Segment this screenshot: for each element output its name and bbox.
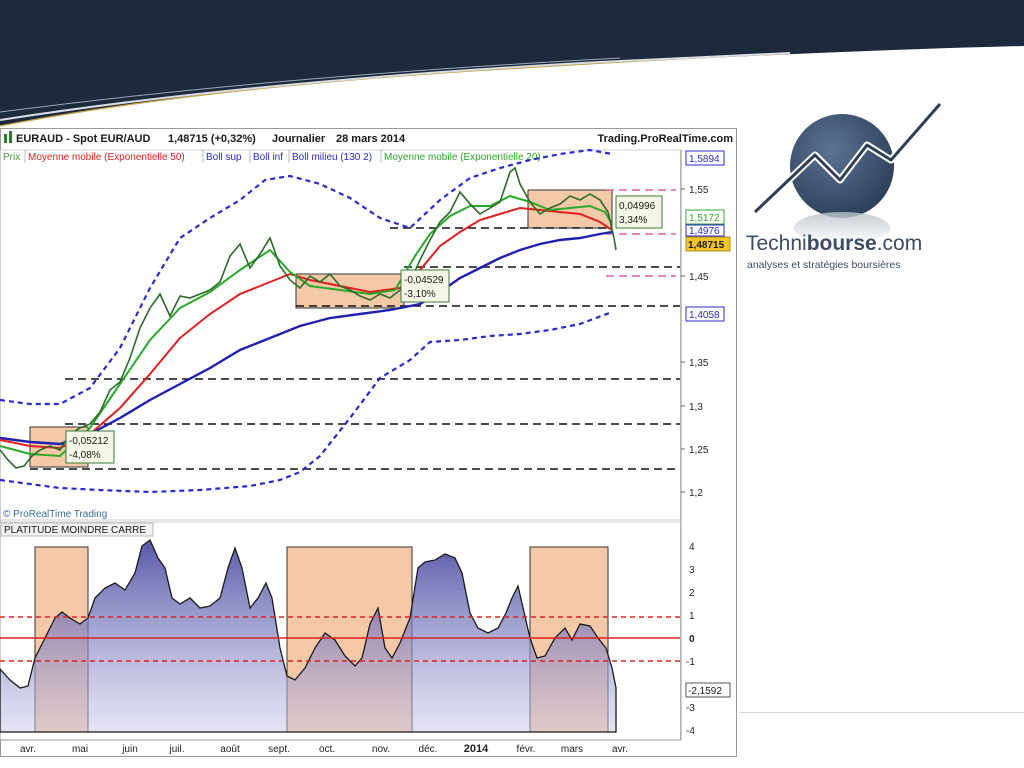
legend-ema20: Moyenne mobile (Exponentielle 20) [384, 152, 541, 163]
y-tick-1-35: 1,35 [689, 358, 709, 369]
x-tick-mai: mai [72, 744, 88, 755]
legend-boll-sup: Boll sup [206, 152, 242, 163]
badge-ema50-text: 1,4976 [689, 226, 720, 237]
annotation-2: -0,04529 -3,10% [400, 269, 450, 303]
ind-tick-2: 2 [689, 588, 695, 599]
candle-icon-2 [9, 131, 12, 143]
candle-icon [4, 134, 7, 143]
x-tick-dec: déc. [419, 744, 438, 755]
badge-boll-mid-text: 1,4058 [689, 310, 720, 321]
footer-divider [740, 712, 1024, 713]
logo-wordmark-bold: bourse [806, 232, 877, 255]
ind-tick-neg4: -4 [686, 726, 695, 737]
annotation-1-line1: -0,05212 [69, 436, 109, 447]
x-tick-oct: oct. [319, 744, 335, 755]
ind-tick-1: 1 [689, 611, 695, 622]
chart-price-change: 1,48715 (+0,32%) [168, 133, 256, 145]
x-tick-aout: août [220, 744, 240, 755]
x-tick-2014: 2014 [464, 743, 489, 755]
ind-tick-neg1: -1 [686, 657, 695, 668]
logo-wordmark-suffix: .com [876, 232, 923, 255]
x-tick-mars: mars [561, 744, 583, 755]
y-tick-1-45: 1,45 [689, 272, 709, 283]
x-tick-juin: juin [121, 744, 138, 755]
legend-boll-mid: Boll milieu (130 2) [292, 152, 372, 163]
x-tick-avr: avr. [20, 744, 36, 755]
x-tick-sept: sept. [268, 744, 290, 755]
annotation-3-line1: 0,04996 [619, 201, 656, 212]
badge-ema20-text: 1,5172 [689, 213, 720, 224]
ind-tick-0: 0 [689, 634, 695, 645]
chart-source: Trading.ProRealTime.com [597, 133, 733, 145]
ind-tick-neg3: -3 [686, 703, 695, 714]
annotation-2-line2: -3,10% [404, 289, 436, 300]
legend-boll-inf: Boll inf [253, 152, 283, 163]
annotation-2-line1: -0,04529 [404, 275, 444, 286]
x-tick-avr-2: avr. [612, 744, 628, 755]
logo-wordmark: Technibourse.com [746, 232, 922, 256]
badge-last-price-text: 1,48715 [688, 240, 725, 251]
legend-ema50: Moyenne mobile (Exponentielle 50) [28, 152, 185, 163]
y-tick-1-55: 1,55 [689, 185, 709, 196]
logo-wordmark-light: Techni [746, 232, 807, 255]
logo-tagline: analyses et stratégies boursières [747, 259, 901, 271]
chart-header: EURAUD - Spot EUR/AUD 1,48715 (+0,32%) J… [4, 131, 733, 145]
watermark: © ProRealTime Trading [3, 509, 107, 520]
x-tick-fevr: févr. [517, 744, 536, 755]
chart-legend: Prix Moyenne mobile (Exponentielle 50) B… [3, 150, 541, 163]
chart-date: 28 mars 2014 [336, 133, 406, 145]
chart-title: EURAUD - Spot EUR/AUD [16, 133, 150, 145]
legend-prix: Prix [3, 152, 20, 163]
y-tick-1-25: 1,25 [689, 445, 709, 456]
x-tick-nov: nov. [372, 744, 390, 755]
ind-tick-4: 4 [689, 542, 695, 553]
ind-tick-3: 3 [689, 565, 695, 576]
chart-container: EURAUD - Spot EUR/AUD 1,48715 (+0,32%) J… [0, 128, 737, 757]
badge-boll-sup-text: 1,5894 [689, 154, 720, 165]
annotation-1: -0,05212 -4,08% [65, 430, 115, 464]
indicator-title: PLATITUDE MOINDRE CARRE [4, 525, 146, 536]
annotation-3: 0,04996 3,34% [615, 195, 663, 229]
y-tick-1-3: 1,3 [689, 402, 703, 413]
chart-period: Journalier [272, 133, 326, 145]
badge-indicator-last-text: -2,1592 [688, 686, 722, 697]
y-tick-1-2: 1,2 [689, 488, 703, 499]
annotation-1-line2: -4,08% [69, 450, 101, 461]
x-tick-juil: juil. [168, 744, 184, 755]
annotation-3-line2: 3,34% [619, 215, 647, 226]
